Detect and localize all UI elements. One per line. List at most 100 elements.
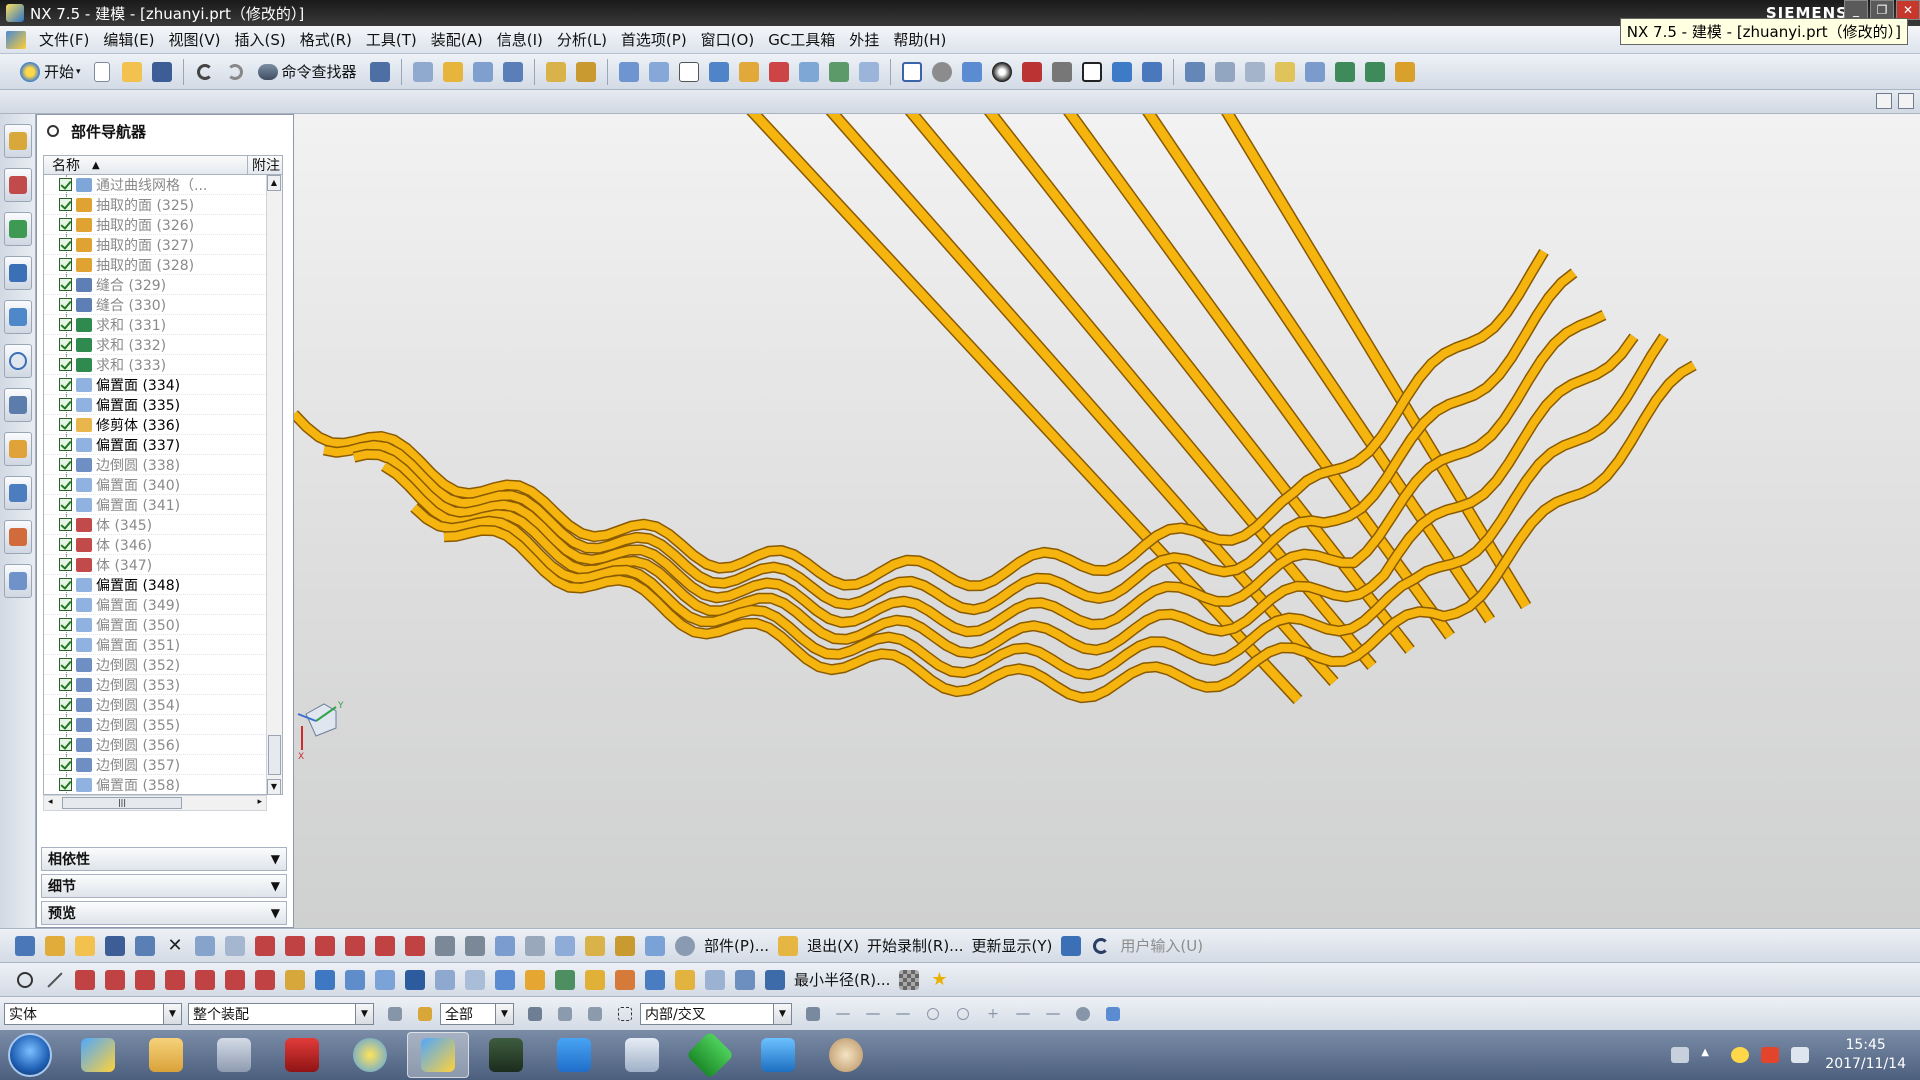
taskbar-nx-app[interactable] — [67, 1032, 129, 1078]
tree-row[interactable]: 抽取的面 (327) — [44, 234, 282, 255]
move-object-button[interactable] — [1181, 58, 1209, 86]
analysis-tool-16[interactable] — [731, 966, 759, 994]
tree-row[interactable]: 偏置面 (335) — [44, 394, 282, 415]
input-method-icon[interactable] — [1761, 1047, 1780, 1063]
fit-view-button[interactable] — [898, 58, 926, 86]
analysis-tool-9[interactable] — [521, 966, 549, 994]
analysis-tool-15[interactable] — [701, 966, 729, 994]
scroll-thumb[interactable] — [268, 735, 281, 775]
rectangle-select-button[interactable] — [611, 1000, 639, 1028]
copy-button[interactable] — [221, 932, 249, 960]
menu-help[interactable]: 帮助(H) — [886, 29, 953, 50]
menu-analysis[interactable]: 分析(L) — [550, 29, 614, 50]
object-display-button[interactable] — [1301, 58, 1329, 86]
visibility-checkbox[interactable] — [59, 498, 72, 511]
assembly-navigator-tab[interactable] — [4, 124, 32, 158]
intersect-mode-select[interactable]: 内部/交叉 ▼ — [640, 1002, 792, 1025]
select-tool-1[interactable] — [521, 1000, 549, 1028]
viewport-maximize-icon[interactable] — [1898, 93, 1914, 109]
visibility-checkbox[interactable] — [59, 218, 72, 231]
analysis-tool-10[interactable] — [551, 966, 579, 994]
tree-row[interactable]: 偏置面 (351) — [44, 634, 282, 655]
selection-tool-button[interactable] — [366, 58, 394, 86]
tree-row[interactable]: 体 (347) — [44, 554, 282, 575]
redo-button[interactable] — [221, 58, 249, 86]
taskbar-calculator[interactable] — [203, 1032, 265, 1078]
menu-insert[interactable]: 插入(S) — [228, 29, 293, 50]
windows-start-button[interactable] — [8, 1033, 52, 1077]
shell-button[interactable] — [825, 58, 853, 86]
visibility-checkbox[interactable] — [59, 518, 72, 531]
visibility-checkbox[interactable] — [59, 458, 72, 471]
speaker-icon[interactable] — [1791, 1047, 1810, 1063]
analysis-tool-12[interactable] — [611, 966, 639, 994]
tree-row[interactable]: 偏置面 (358) — [44, 774, 282, 794]
visibility-checkbox[interactable] — [59, 738, 72, 751]
project-curve-button[interactable] — [371, 932, 399, 960]
orient-view-button[interactable] — [958, 58, 986, 86]
sketch-button[interactable] — [409, 58, 437, 86]
analysis-tool-7[interactable] — [461, 966, 489, 994]
system-scenes-tab[interactable] — [4, 564, 32, 598]
spline-button[interactable] — [341, 932, 369, 960]
keyboard-icon[interactable] — [1671, 1047, 1690, 1063]
analysis-tool-2[interactable] — [311, 966, 339, 994]
visibility-checkbox[interactable] — [59, 198, 72, 211]
taskbar-messenger[interactable] — [339, 1032, 401, 1078]
snap-face-button[interactable] — [1039, 1000, 1067, 1028]
tree-row[interactable]: 偏置面 (334) — [44, 374, 282, 395]
revolve-button[interactable] — [499, 58, 527, 86]
snap-3d-button[interactable] — [1099, 1000, 1127, 1028]
visibility-checkbox[interactable] — [59, 298, 72, 311]
open-folder-button[interactable] — [71, 932, 99, 960]
visibility-checkbox[interactable] — [59, 318, 72, 331]
section-button[interactable] — [491, 932, 519, 960]
layer-button[interactable] — [11, 932, 39, 960]
system-materials-tab[interactable] — [4, 388, 32, 422]
visibility-checkbox[interactable] — [59, 578, 72, 591]
visibility-checkbox[interactable] — [59, 438, 72, 451]
reuse-library-tab[interactable] — [4, 256, 32, 290]
visibility-checkbox[interactable] — [59, 538, 72, 551]
menu-assembly[interactable]: 装配(A) — [424, 29, 490, 50]
graphics-viewport[interactable]: X Y — [294, 114, 1920, 928]
tree-row[interactable]: 抽取的面 (325) — [44, 194, 282, 215]
filter-settings-button[interactable] — [381, 1000, 409, 1028]
hide-button[interactable] — [1048, 58, 1076, 86]
curve-tool-6[interactable] — [161, 966, 189, 994]
column-name[interactable]: 名称 ▲ — [44, 156, 248, 174]
user-input-button[interactable]: 用户输入(U) — [1120, 935, 1203, 956]
scroll-left-icon[interactable]: ◂ — [48, 797, 53, 807]
manufacturing-wizards-tab[interactable] — [4, 476, 32, 510]
curve-tool-7[interactable] — [191, 966, 219, 994]
type-filter-select[interactable]: 实体 ▼ — [4, 1002, 182, 1025]
taskbar-app-10[interactable] — [747, 1032, 809, 1078]
tree-row[interactable]: 边倒圆 (355) — [44, 714, 282, 735]
visibility-checkbox[interactable] — [59, 598, 72, 611]
viewport-layout-icon[interactable] — [1876, 93, 1892, 109]
angle-button[interactable] — [611, 932, 639, 960]
surface-button[interactable] — [855, 58, 883, 86]
process-studio-tab[interactable] — [4, 432, 32, 466]
tree-horizontal-scrollbar[interactable]: ◂ ||| ▸ — [43, 795, 267, 811]
scroll-right-icon[interactable]: ▸ — [257, 797, 262, 807]
bridge-button[interactable] — [461, 932, 489, 960]
curve-tool-3[interactable] — [71, 966, 99, 994]
taskbar-qq[interactable] — [543, 1032, 605, 1078]
save-part-button[interactable] — [101, 932, 129, 960]
taskbar-paint[interactable] — [815, 1032, 877, 1078]
analysis-tool-17[interactable] — [761, 966, 789, 994]
taskbar-download[interactable] — [679, 1030, 741, 1080]
visibility-checkbox[interactable] — [59, 478, 72, 491]
visibility-checkbox[interactable] — [59, 358, 72, 371]
menu-window[interactable]: 窗口(O) — [694, 29, 762, 50]
hscroll-thumb[interactable]: ||| — [62, 797, 182, 809]
offset-button[interactable] — [521, 932, 549, 960]
curve-tool-8[interactable] — [221, 966, 249, 994]
history-tab[interactable] — [4, 344, 32, 378]
measure-distance-button[interactable] — [542, 58, 570, 86]
group-button[interactable] — [41, 932, 69, 960]
analysis-tool-3[interactable] — [341, 966, 369, 994]
snap-button[interactable] — [1138, 58, 1166, 86]
tree-row[interactable]: 边倒圆 (354) — [44, 694, 282, 715]
